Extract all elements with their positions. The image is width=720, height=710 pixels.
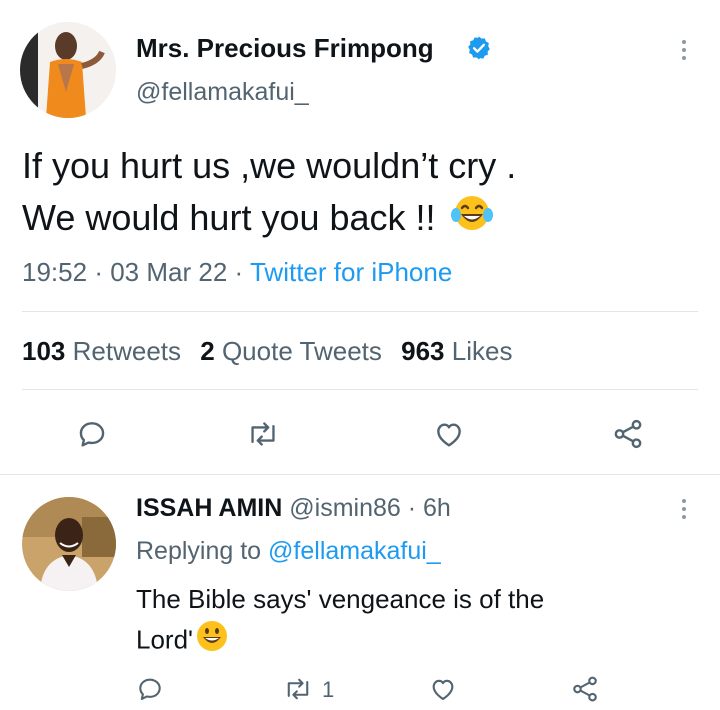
reply-avatar[interactable]	[22, 497, 116, 591]
likes-count: 963	[401, 336, 445, 366]
retweets-count: 103	[22, 336, 66, 366]
more-icon[interactable]	[681, 40, 687, 60]
replying-to-handle[interactable]: @fellamakafui_	[268, 537, 441, 565]
author-name[interactable]: Mrs. Precious Frimpong	[136, 33, 434, 64]
tears-of-joy-emoji	[450, 193, 494, 247]
replying-prefix: Replying to	[136, 537, 262, 565]
divider	[22, 311, 698, 312]
retweet-icon[interactable]	[246, 418, 280, 450]
divider	[22, 389, 698, 390]
retweets-label: Retweets	[72, 336, 182, 366]
reply-text: The Bible says' vengeance is of the Lord…	[136, 579, 544, 664]
heart-icon[interactable]	[432, 418, 466, 450]
more-icon[interactable]	[681, 499, 687, 519]
tweet-source-link[interactable]: Twitter for iPhone	[250, 257, 452, 287]
quotes-count: 2	[200, 336, 215, 366]
reply-author-handle[interactable]: @ismin86	[289, 494, 401, 522]
reply-text-line2: Lord'	[136, 619, 544, 664]
tweet-stats: 103 Retweets 2 Quote Tweets 963 Likes	[22, 336, 512, 367]
tweet-text-line2-text: We would hurt you back !!	[22, 197, 436, 238]
quotes-label: Quote Tweets	[221, 336, 382, 366]
heart-icon[interactable]	[428, 675, 458, 703]
reply-text-line1: The Bible says' vengeance is of the	[136, 584, 545, 614]
tweet-time: 19:52	[22, 257, 88, 287]
grinning-face-emoji	[195, 619, 229, 664]
reply-icon[interactable]	[136, 675, 164, 703]
likes-label: Likes	[451, 336, 513, 366]
reply-retweet-count: 1	[322, 677, 335, 702]
divider	[0, 474, 720, 475]
retweets-stat[interactable]: 103 Retweets	[22, 336, 188, 366]
reply-icon[interactable]	[76, 418, 108, 450]
tweet-meta: 19:52 · 03 Mar 22 · Twitter for iPhone	[22, 257, 452, 288]
meta-separator: ·	[94, 257, 103, 287]
reply-separator: ·	[407, 494, 417, 522]
tweet-text-line1: If you hurt us ,we wouldn’t cry .	[22, 145, 517, 186]
share-icon[interactable]	[570, 674, 600, 704]
retweet-icon[interactable]	[283, 675, 313, 703]
tweet-date: 03 Mar 22	[110, 257, 228, 287]
quotes-stat[interactable]: 2 Quote Tweets	[200, 336, 389, 366]
author-handle[interactable]: @fellamakafui_	[136, 78, 309, 107]
reply-age: 6h	[423, 494, 451, 522]
meta-separator: ·	[234, 257, 244, 287]
verified-badge-icon	[466, 35, 492, 61]
tweet-text: If you hurt us ,we wouldn’t cry . We wou…	[22, 140, 516, 247]
author-avatar[interactable]	[20, 22, 116, 118]
reply-author-name[interactable]: ISSAH AMIN	[136, 494, 282, 522]
reply-text-line2-text: Lord'	[136, 624, 194, 655]
replying-to: Replying to @fellamakafui_	[136, 537, 441, 566]
share-icon[interactable]	[610, 417, 646, 451]
tweet-text-line2: We would hurt you back !!	[22, 192, 516, 247]
reply-header: ISSAH AMIN @ismin86 · 6h	[136, 494, 451, 523]
likes-stat[interactable]: 963 Likes	[401, 336, 512, 366]
